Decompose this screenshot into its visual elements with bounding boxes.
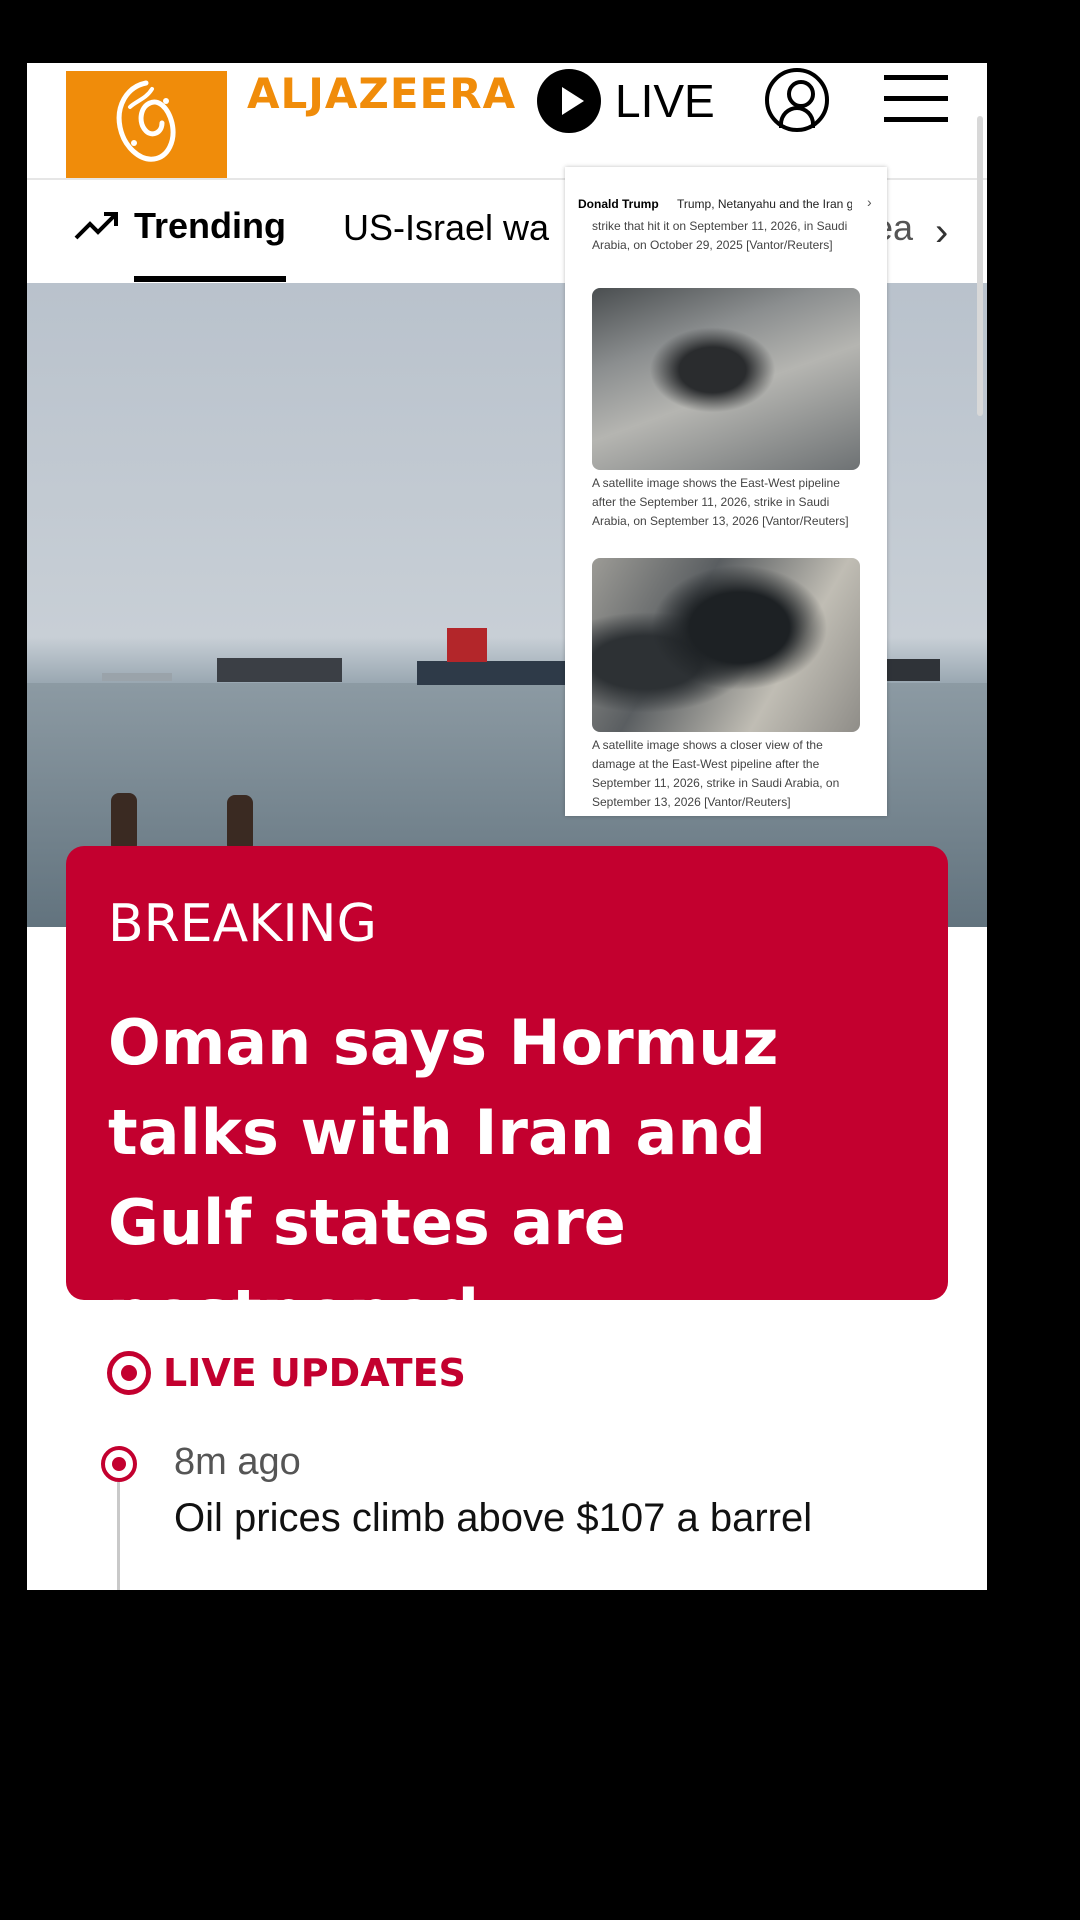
site-header: ALJAZEERA LIVE [27, 63, 987, 180]
ship [417, 661, 567, 685]
update-time: 8m ago [174, 1441, 301, 1483]
hamburger-menu-icon[interactable] [884, 75, 948, 123]
site-wordmark[interactable]: ALJAZEERA [247, 69, 516, 118]
media-gallery-popup[interactable]: Donald Trump Trump, Netanyahu and the Ir… [565, 167, 887, 816]
update-title[interactable]: Oil prices climb above $107 a barrel [174, 1496, 812, 1541]
chevron-right-icon[interactable]: › [867, 194, 872, 210]
live-label: LIVE [615, 75, 715, 127]
image-caption: A satellite image shows a closer view of… [592, 738, 840, 809]
trending-item-us-israel[interactable]: US-Israel wa [343, 207, 549, 249]
scrollbar[interactable] [977, 116, 983, 416]
user-account-icon[interactable] [765, 68, 829, 132]
timeline-line [117, 1482, 120, 1590]
aljazeera-calligraphy-icon [116, 80, 176, 162]
timeline-dot-icon [101, 1446, 137, 1482]
live-indicator-icon [107, 1351, 151, 1395]
trending-active-indicator [134, 276, 286, 282]
app-screen: ALJAZEERA LIVE Trending US-Israel wa cea… [27, 63, 987, 1590]
breaking-headline[interactable]: Oman says Hormuz talks with Iran and Gul… [108, 998, 908, 1358]
live-updates-header[interactable]: LIVE UPDATES [107, 1348, 466, 1398]
chevron-right-icon[interactable]: › [935, 210, 948, 255]
aljazeera-logo[interactable] [66, 71, 227, 178]
trending-label[interactable]: Trending [134, 205, 286, 247]
breaking-news-card[interactable]: BREAKING Oman says Hormuz talks with Ira… [66, 846, 948, 1349]
satellite-image[interactable] [592, 288, 860, 470]
trending-up-icon [74, 212, 118, 240]
live-updates-label: LIVE UPDATES [163, 1351, 466, 1395]
person [227, 795, 253, 847]
satellite-image[interactable] [592, 558, 860, 732]
play-icon [537, 69, 601, 133]
person [111, 793, 137, 847]
popup-tab-trump-netanyahu[interactable]: Trump, Netanyahu and the Iran g [677, 197, 852, 211]
breaking-label: BREAKING [108, 894, 377, 954]
popup-tabs: Donald Trump Trump, Netanyahu and the Ir… [565, 167, 887, 221]
image-caption: A satellite image shows the East-West pi… [592, 476, 849, 528]
live-button[interactable]: LIVE [537, 69, 715, 133]
popup-tab-donald-trump[interactable]: Donald Trump [578, 197, 659, 211]
ship-bridge [447, 628, 487, 662]
distant-ship [102, 673, 172, 681]
image-caption: strike that hit it on September 11, 2026… [592, 219, 848, 252]
ship [217, 658, 342, 682]
